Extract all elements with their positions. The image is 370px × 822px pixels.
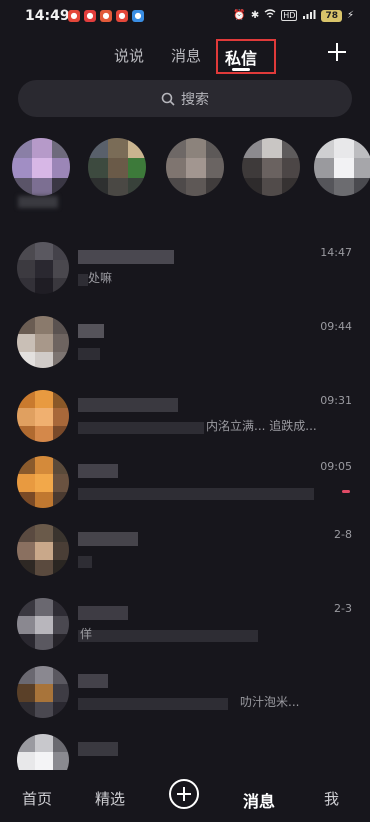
message-preview-blurred (78, 274, 88, 286)
nav-home[interactable]: 首页 (22, 788, 52, 809)
message-preview-text: 叻汁泡米... (240, 695, 300, 709)
create-button[interactable] (169, 779, 199, 809)
avatar (17, 666, 69, 718)
message-time: 09:31 (320, 394, 352, 407)
message-time: 09:05 (320, 460, 352, 473)
hd-badge: HD (281, 10, 298, 21)
contact-name-blurred (18, 196, 58, 208)
tab-shuoshuo[interactable]: 说说 (114, 45, 144, 66)
message-preview-text: 处嘛 (88, 271, 113, 285)
conversation-item[interactable]: 内洺立满... 追跌成... 09:31 (0, 384, 370, 450)
search-placeholder: 搜索 (181, 91, 209, 108)
avatar (17, 456, 69, 508)
highlight-annotation-box (216, 39, 276, 74)
app-notification-icon: ● (132, 10, 144, 22)
status-bar: 14:49 ● ● ● ● ● ⏰ ✱ HD 78 ⚡ (0, 0, 370, 34)
conversation-item[interactable]: 佯 2-3 (0, 592, 370, 658)
search-bar[interactable]: 搜索 (18, 80, 352, 117)
tab-messages[interactable]: 消息 (171, 45, 201, 66)
contact-avatar[interactable] (88, 138, 146, 196)
message-preview-blurred (78, 698, 228, 710)
contact-avatar[interactable] (242, 138, 300, 196)
contact-name-blurred (78, 324, 104, 338)
message-preview-blurred (78, 348, 100, 360)
contact-name-blurred (78, 742, 118, 756)
avatar (17, 242, 69, 294)
avatar (17, 316, 69, 368)
wifi-icon (264, 9, 276, 22)
conversation-item[interactable]: 09:44 (0, 310, 370, 376)
avatar (17, 524, 69, 576)
contact-name-blurred (78, 250, 174, 264)
message-time: 2-3 (334, 602, 352, 615)
app-notification-icon: ● (68, 10, 80, 22)
message-time: 2-8 (334, 528, 352, 541)
message-preview-blurred (78, 488, 314, 500)
contact-name-blurred (78, 532, 138, 546)
unread-indicator (342, 490, 350, 493)
message-preview-blurred (78, 422, 204, 434)
avatar (17, 390, 69, 442)
recent-contacts-row (0, 138, 370, 210)
contact-name-blurred (78, 398, 178, 412)
nav-featured[interactable]: 精选 (95, 788, 125, 809)
message-preview-text: 内洺立满... 追跌成... (206, 419, 317, 433)
notification-icons: ● ● ● ● ● (68, 10, 144, 22)
contact-avatar[interactable] (12, 138, 70, 196)
signal-icon (302, 9, 316, 22)
weibo-icon: ● (84, 10, 96, 22)
bottom-navigation: 首页 精选 消息 我 (0, 770, 370, 822)
system-icons: ⏰ ✱ HD 78 ⚡ (233, 9, 354, 22)
battery-icon: 78 (321, 9, 342, 22)
message-time: 09:44 (320, 320, 352, 333)
search-icon (161, 92, 175, 106)
message-preview-blurred (78, 630, 258, 642)
conversation-item[interactable]: 处嘛 14:47 (0, 236, 370, 302)
alarm-icon: ⏰ (233, 10, 246, 21)
top-tab-bar: 说说 消息 私信 (0, 34, 370, 84)
contact-avatar[interactable] (166, 138, 224, 196)
message-time: 14:47 (320, 246, 352, 259)
contact-name-blurred (78, 674, 108, 688)
clock: 14:49 (25, 8, 70, 24)
conversation-item[interactable]: 叻汁泡米... (0, 660, 370, 726)
add-button[interactable] (326, 41, 348, 63)
bluetooth-icon: ✱ (250, 10, 260, 21)
nav-messages[interactable]: 消息 (243, 788, 275, 812)
conversation-item[interactable]: 09:05 (0, 450, 370, 516)
app-notification-icon: ● (100, 10, 112, 22)
contact-name-blurred (78, 606, 128, 620)
app-notification-icon: ● (116, 10, 128, 22)
message-preview-text: 佯 (80, 627, 93, 641)
contact-avatar[interactable] (314, 138, 370, 196)
charging-icon: ⚡ (346, 10, 354, 21)
nav-me[interactable]: 我 (324, 788, 339, 809)
conversation-item[interactable]: 2-8 (0, 518, 370, 584)
contact-name-blurred (78, 464, 118, 478)
avatar (17, 598, 69, 650)
message-preview-blurred (78, 556, 92, 568)
